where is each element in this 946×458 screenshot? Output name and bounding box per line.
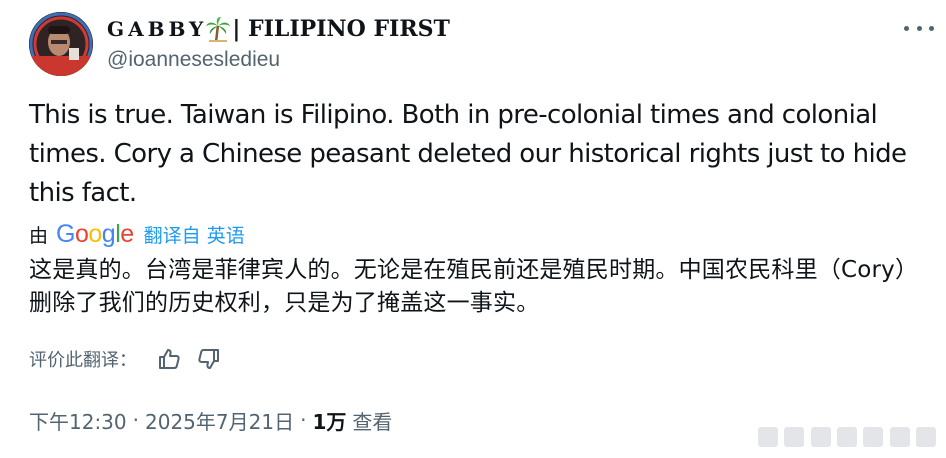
thumbs-down-icon[interactable]	[197, 347, 221, 371]
translated-from-link[interactable]: 翻译自 英语	[144, 221, 245, 248]
more-options-icon[interactable]	[904, 16, 934, 40]
watermark-block	[889, 427, 910, 447]
thumbs-up-icon[interactable]	[157, 347, 181, 371]
display-name-suffix: | FILIPINO FIRST	[232, 16, 450, 42]
watermark-block	[863, 427, 884, 447]
tweet-text: This is true. Taiwan is Filipino. Both i…	[29, 100, 907, 208]
tweet-date[interactable]: 2025年7月21日	[145, 406, 294, 435]
translated-text: 这是真的。台湾是菲律宾人的。无论是在殖民前还是殖民时期。中国农民科里（Cory）…	[29, 257, 919, 316]
tweet-time[interactable]: 下午12:30	[29, 406, 127, 435]
tweet-card: GABBY | FILIPINO FIRST @ioannesesledieu …	[0, 0, 946, 458]
author-handle[interactable]: @ioannesesledieu	[107, 48, 280, 72]
watermark-block	[915, 427, 936, 447]
more-dot	[929, 25, 934, 31]
palm-tree-icon	[205, 16, 231, 42]
watermark-block	[758, 427, 778, 447]
rate-translation: 评价此翻译：	[29, 345, 221, 373]
translation-attribution: 由 Google 翻译自 英语	[29, 219, 245, 249]
more-dot	[916, 25, 922, 31]
avatar[interactable]	[29, 12, 93, 76]
tweet-meta: 下午12:30 · 2025年7月21日 · 1万 查看	[29, 404, 392, 436]
avatar-photo	[29, 12, 93, 76]
author-display-name[interactable]: GABBY | FILIPINO FIRST	[107, 13, 450, 45]
views-count: 1万	[312, 409, 347, 434]
watermark-block	[810, 427, 831, 447]
meta-separator: ·	[300, 408, 307, 432]
meta-separator: ·	[132, 408, 139, 432]
watermark-block	[784, 427, 805, 447]
translated-by-label: 由	[29, 224, 49, 247]
google-logo: Google	[56, 219, 134, 248]
rate-translation-label: 评价此翻译：	[29, 350, 137, 371]
display-name-prefix: GABBY	[107, 17, 208, 41]
more-dot	[904, 25, 909, 31]
watermark	[758, 426, 936, 448]
views-label: 查看	[352, 409, 393, 434]
watermark-block	[836, 427, 857, 447]
